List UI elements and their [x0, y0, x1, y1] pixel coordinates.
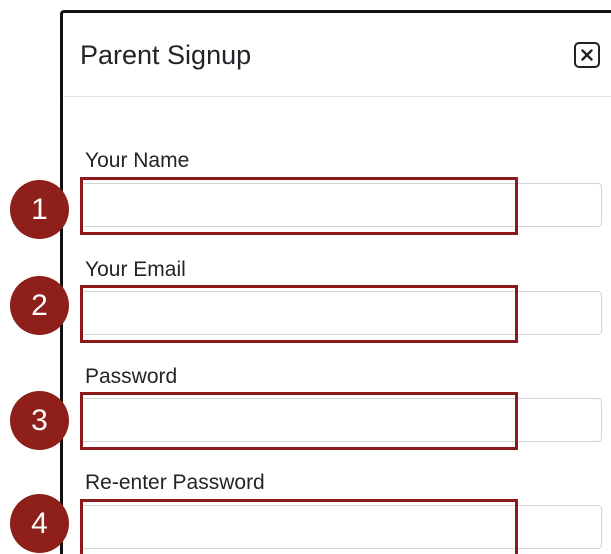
step-badge-4: 4 — [10, 494, 69, 553]
reenter-password-label: Re-enter Password — [85, 471, 265, 494]
close-icon — [581, 49, 593, 61]
name-label: Your Name — [85, 149, 190, 172]
email-input[interactable] — [80, 291, 602, 335]
step-badge-1: 1 — [10, 180, 69, 239]
modal-header: Parent Signup — [63, 13, 611, 97]
name-input[interactable] — [80, 183, 602, 227]
email-label: Your Email — [85, 258, 186, 281]
password-input[interactable] — [80, 398, 602, 442]
modal-title: Parent Signup — [80, 40, 252, 70]
close-button[interactable] — [574, 42, 600, 68]
step-badge-2: 2 — [10, 276, 69, 335]
reenter-password-input[interactable] — [80, 505, 602, 549]
parent-signup-modal: Parent Signup Your Name Your Email Passw… — [60, 10, 611, 554]
password-label: Password — [85, 365, 178, 388]
page: Parent Signup Your Name Your Email Passw… — [0, 0, 611, 554]
step-badge-3: 3 — [10, 391, 69, 450]
